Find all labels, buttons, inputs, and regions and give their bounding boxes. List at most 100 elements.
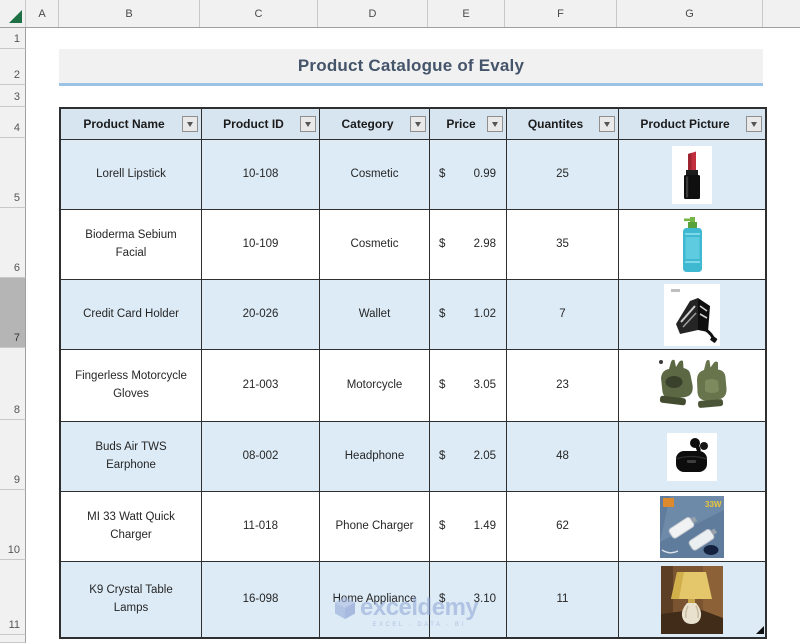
currency-symbol: $ bbox=[439, 518, 445, 535]
header-quantities[interactable]: Quantites bbox=[507, 109, 619, 140]
column-header-B[interactable]: B bbox=[59, 0, 200, 27]
chevron-down-icon bbox=[305, 122, 311, 127]
table-resize-handle[interactable] bbox=[756, 626, 764, 634]
cell-product-id[interactable]: 10-109 bbox=[202, 210, 320, 280]
table-row: Bioderma Sebium Facial 10-109 Cosmetic $… bbox=[61, 210, 765, 280]
currency-symbol: $ bbox=[439, 591, 445, 608]
filter-button-product-name[interactable] bbox=[182, 116, 198, 132]
row-header-12-partial bbox=[0, 635, 26, 643]
cell-product-name[interactable]: Bioderma Sebium Facial bbox=[61, 210, 202, 280]
select-all-button[interactable] bbox=[0, 0, 26, 27]
table-lamp-image[interactable] bbox=[661, 566, 723, 634]
row-header-6[interactable]: 6 bbox=[0, 208, 26, 278]
column-header-E[interactable]: E bbox=[428, 0, 505, 27]
header-label: Product Name bbox=[83, 115, 164, 133]
card-holder-image[interactable] bbox=[664, 284, 720, 346]
cell-product-picture[interactable] bbox=[619, 280, 765, 350]
cell-category[interactable]: Cosmetic bbox=[320, 140, 430, 210]
row-header-1[interactable]: 1 bbox=[0, 28, 26, 49]
cell-product-name[interactable]: Lorell Lipstick bbox=[61, 140, 202, 210]
cell-quantity[interactable]: 7 bbox=[507, 280, 619, 350]
header-label: Category bbox=[341, 115, 393, 133]
lipstick-image[interactable] bbox=[672, 146, 712, 204]
table-row: Credit Card Holder 20-026 Wallet $ 1.02 … bbox=[61, 280, 765, 350]
cell-quantity[interactable]: 11 bbox=[507, 562, 619, 637]
cell-category[interactable]: Home Appliance bbox=[320, 562, 430, 637]
cell-product-picture[interactable] bbox=[619, 140, 765, 210]
cell-category[interactable]: Cosmetic bbox=[320, 210, 430, 280]
filter-button-product-id[interactable] bbox=[300, 116, 316, 132]
header-label: Product Picture bbox=[640, 115, 729, 133]
column-header-D[interactable]: D bbox=[318, 0, 428, 27]
cell-product-picture[interactable]: 33W bbox=[619, 492, 765, 562]
cell-product-id[interactable]: 20-026 bbox=[202, 280, 320, 350]
cell-price[interactable]: $ 2.98 bbox=[430, 210, 507, 280]
cell-price[interactable]: $ 3.10 bbox=[430, 562, 507, 637]
cell-product-id[interactable]: 16-098 bbox=[202, 562, 320, 637]
column-header-A[interactable]: A bbox=[26, 0, 59, 27]
cell-category[interactable]: Phone Charger bbox=[320, 492, 430, 562]
column-header-partial bbox=[763, 0, 800, 27]
excel-worksheet: A B C D E F G 1 2 3 4 5 6 7 8 9 10 11 Pr… bbox=[0, 0, 800, 643]
cell-product-name[interactable]: Credit Card Holder bbox=[61, 280, 202, 350]
header-product-picture[interactable]: Product Picture bbox=[619, 109, 765, 140]
cell-product-id[interactable]: 08-002 bbox=[202, 422, 320, 492]
cell-product-name[interactable]: K9 Crystal Table Lamps bbox=[61, 562, 202, 637]
row-header-8[interactable]: 8 bbox=[0, 348, 26, 420]
row-header-9[interactable]: 9 bbox=[0, 420, 26, 490]
row-number-gutter: 1 2 3 4 5 6 7 8 9 10 11 bbox=[0, 28, 26, 643]
gloves-image[interactable] bbox=[653, 356, 731, 416]
row-header-3[interactable]: 3 bbox=[0, 85, 26, 107]
cell-product-name[interactable]: MI 33 Watt Quick Charger bbox=[61, 492, 202, 562]
row-header-2[interactable]: 2 bbox=[0, 49, 26, 85]
header-category[interactable]: Category bbox=[320, 109, 430, 140]
product-catalogue-table: Product Name Product ID Category Price Q… bbox=[59, 107, 767, 639]
worksheet-title-cell[interactable]: Product Catalogue of Evaly bbox=[59, 49, 763, 86]
row-header-11[interactable]: 11 bbox=[0, 560, 26, 635]
cell-price[interactable]: $ 0.99 bbox=[430, 140, 507, 210]
cell-price[interactable]: $ 1.49 bbox=[430, 492, 507, 562]
filter-button-quantities[interactable] bbox=[599, 116, 615, 132]
cell-price[interactable]: $ 1.02 bbox=[430, 280, 507, 350]
cell-quantity[interactable]: 62 bbox=[507, 492, 619, 562]
header-price[interactable]: Price bbox=[430, 109, 507, 140]
filter-button-product-picture[interactable] bbox=[746, 116, 762, 132]
table-row: Fingerless Motorcycle Gloves 21-003 Moto… bbox=[61, 350, 765, 422]
cell-product-id[interactable]: 10-108 bbox=[202, 140, 320, 210]
filter-button-price[interactable] bbox=[487, 116, 503, 132]
cell-category[interactable]: Headphone bbox=[320, 422, 430, 492]
column-header-G[interactable]: G bbox=[617, 0, 763, 27]
header-product-name[interactable]: Product Name bbox=[61, 109, 202, 140]
table-row: K9 Crystal Table Lamps 16-098 Home Appli… bbox=[61, 562, 765, 637]
column-header-F[interactable]: F bbox=[505, 0, 617, 27]
cell-product-name[interactable]: Buds Air TWS Earphone bbox=[61, 422, 202, 492]
cell-product-id[interactable]: 11-018 bbox=[202, 492, 320, 562]
cell-category[interactable]: Motorcycle bbox=[320, 350, 430, 422]
cell-quantity[interactable]: 48 bbox=[507, 422, 619, 492]
cell-product-picture[interactable] bbox=[619, 422, 765, 492]
cell-product-picture[interactable] bbox=[619, 210, 765, 280]
cell-product-picture[interactable] bbox=[619, 562, 765, 637]
cell-price[interactable]: $ 3.05 bbox=[430, 350, 507, 422]
charger-image[interactable]: 33W bbox=[660, 496, 724, 558]
currency-symbol: $ bbox=[439, 377, 445, 394]
column-header-C[interactable]: C bbox=[200, 0, 318, 27]
row-header-7-selected[interactable]: 7 bbox=[0, 278, 26, 348]
table-header-row: Product Name Product ID Category Price Q… bbox=[61, 109, 765, 140]
cell-product-id[interactable]: 21-003 bbox=[202, 350, 320, 422]
row-header-4[interactable]: 4 bbox=[0, 107, 26, 138]
cell-product-name[interactable]: Fingerless Motorcycle Gloves bbox=[61, 350, 202, 422]
cell-quantity[interactable]: 35 bbox=[507, 210, 619, 280]
cell-quantity[interactable]: 23 bbox=[507, 350, 619, 422]
header-product-id[interactable]: Product ID bbox=[202, 109, 320, 140]
cell-product-picture[interactable] bbox=[619, 350, 765, 422]
row-header-10[interactable]: 10 bbox=[0, 490, 26, 560]
cell-price[interactable]: $ 2.05 bbox=[430, 422, 507, 492]
filter-button-category[interactable] bbox=[410, 116, 426, 132]
row-header-5[interactable]: 5 bbox=[0, 138, 26, 208]
chevron-down-icon bbox=[751, 122, 757, 127]
cell-category[interactable]: Wallet bbox=[320, 280, 430, 350]
facial-cleanser-image[interactable] bbox=[678, 216, 706, 274]
cell-quantity[interactable]: 25 bbox=[507, 140, 619, 210]
earbuds-image[interactable] bbox=[667, 433, 717, 481]
